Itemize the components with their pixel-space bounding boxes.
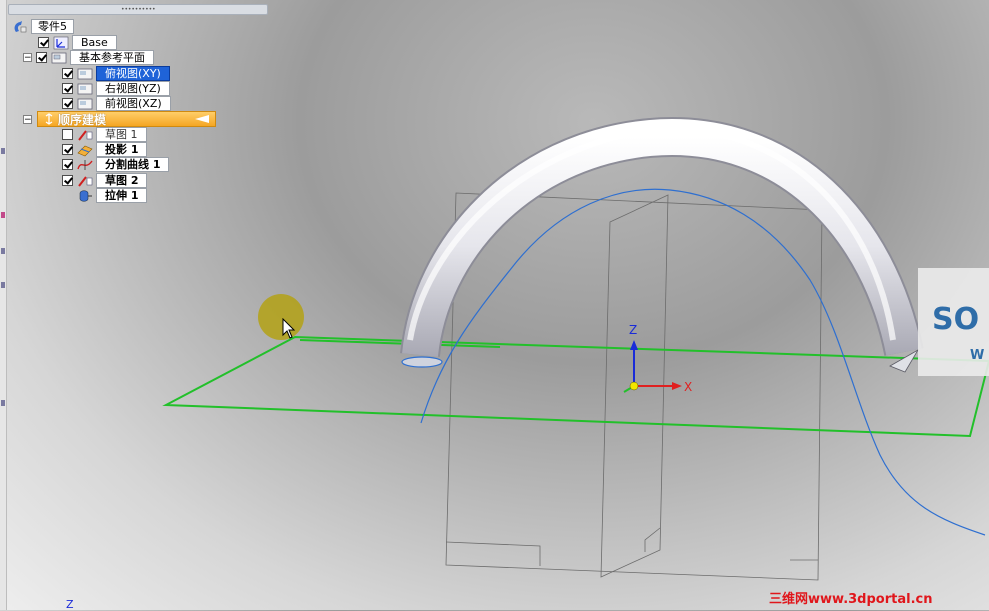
triad-z-label: Z (629, 323, 637, 337)
watermark-logo: SO W (918, 268, 989, 376)
tree-item-feature[interactable]: 草图 1 (62, 127, 147, 142)
visibility-checkbox[interactable] (62, 68, 73, 79)
mouse-pointer-icon (282, 318, 296, 339)
watermark-sub-text: W (970, 348, 985, 363)
tube-body-shading (402, 119, 922, 358)
sketch-icon (78, 175, 93, 187)
tree-item-base[interactable]: Base (38, 35, 117, 50)
triad-x-label: X (684, 380, 692, 394)
split-curve-icon (77, 159, 93, 170)
visibility-checkbox[interactable] (62, 129, 73, 140)
tree-item-feature[interactable]: 草图 2 (62, 173, 148, 188)
tree-root[interactable]: 零件5 (12, 19, 74, 34)
plane-group-icon (51, 52, 67, 63)
tree-item-label: 基本参考平面 (70, 50, 154, 65)
coordinate-system-icon (53, 36, 69, 49)
rollback-icon (45, 113, 53, 125)
tree-item-label: Base (72, 35, 117, 50)
coordinate-triad: Z X (623, 323, 692, 394)
collapse-icon[interactable]: − (23, 53, 32, 63)
tree-item-label: 草图 2 (96, 173, 148, 188)
tree-root-label: 零件5 (31, 19, 74, 34)
cursor-highlight (258, 294, 304, 340)
corner-axis-label: Z (66, 598, 74, 611)
projection-icon (77, 145, 93, 156)
tree-item-label: 拉伸 1 (96, 188, 148, 203)
tube-end-left (401, 356, 443, 368)
plane-icon (77, 98, 93, 109)
visibility-checkbox[interactable] (36, 52, 47, 63)
tree-item-label: 右视图(YZ) (96, 81, 170, 96)
extrude-icon (79, 190, 92, 201)
tree-item-plane-yz[interactable]: 右视图(YZ) (62, 81, 170, 96)
tree-item-label: 分割曲线 1 (96, 157, 170, 172)
tree-item-label: 顺序建模 (58, 112, 107, 127)
visibility-checkbox[interactable] (62, 175, 73, 186)
tree-item-label: 前视图(XZ) (96, 96, 171, 111)
tree-item-feature[interactable]: 分割曲线 1 (62, 157, 170, 172)
ordered-pointer-icon (195, 115, 209, 123)
visibility-checkbox[interactable] (62, 98, 73, 109)
part-icon (14, 20, 27, 32)
visibility-checkbox[interactable] (62, 144, 73, 155)
tree-item-plane-xz[interactable]: 前视图(XZ) (62, 96, 171, 111)
watermark-logo-text: SO (932, 302, 980, 337)
footer-watermark: 三维网www.3dportal.cn (769, 592, 933, 607)
tree-item-feature[interactable]: 投影 1 (62, 142, 148, 157)
tree-item-label: 俯视图(XY) (96, 66, 170, 81)
sketch-icon (78, 129, 93, 141)
tree-expander-ordered[interactable]: − (23, 112, 36, 127)
plane-icon (77, 68, 93, 79)
visibility-checkbox[interactable] (62, 159, 73, 170)
visibility-checkbox[interactable] (62, 83, 73, 94)
pane-splitter[interactable]: • • • • • • • • • • (8, 4, 268, 15)
tree-item-label: 投影 1 (96, 142, 148, 157)
tree-item-reference-planes[interactable]: − 基本参考平面 (23, 50, 154, 65)
sketch-plane-outline (162, 335, 989, 438)
left-edge-toolbar (0, 0, 7, 610)
tube-body (400, 117, 924, 358)
tree-item-plane-xy[interactable]: 俯视图(XY) (62, 66, 170, 81)
plane-icon (77, 83, 93, 94)
visibility-checkbox[interactable] (38, 37, 49, 48)
tree-item-label: 草图 1 (96, 127, 147, 142)
tree-item-ordered-modeling[interactable]: 顺序建模 (37, 111, 216, 127)
collapse-icon[interactable]: − (23, 115, 32, 125)
tree-item-feature[interactable]: 拉伸 1 (77, 188, 148, 203)
